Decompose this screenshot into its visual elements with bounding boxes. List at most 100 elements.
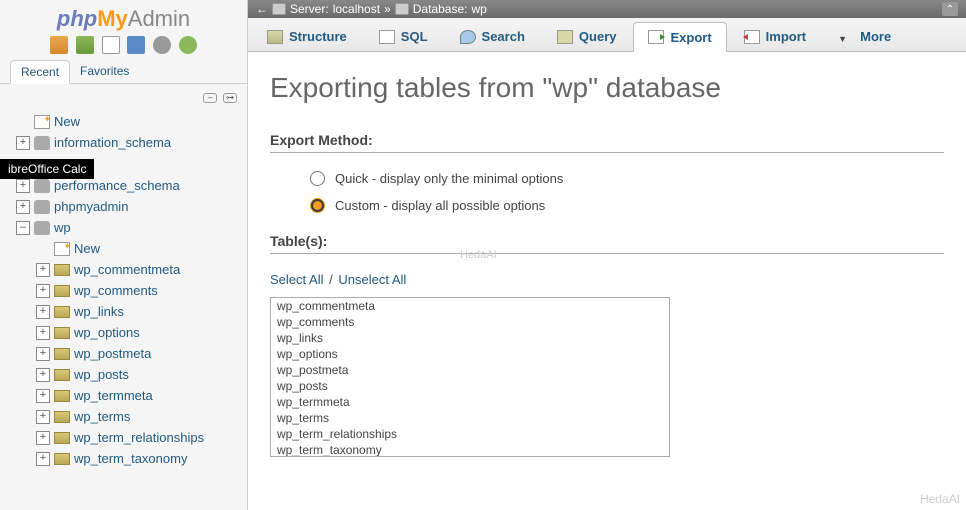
tree-table-wp-links[interactable]: +wp_links xyxy=(6,301,247,322)
expand-icon[interactable]: + xyxy=(16,136,30,150)
table-icon xyxy=(54,264,70,276)
tree-table-wp-commentmeta[interactable]: +wp_commentmeta xyxy=(6,259,247,280)
database-icon xyxy=(34,179,50,193)
table-icon xyxy=(54,453,70,465)
search-icon xyxy=(460,30,476,44)
table-icon xyxy=(54,348,70,360)
tab-sql[interactable]: SQL xyxy=(364,22,443,51)
tab-structure[interactable]: Structure xyxy=(252,22,362,51)
import-icon xyxy=(744,30,760,44)
tree-table-wp-terms[interactable]: +wp_terms xyxy=(6,406,247,427)
export-method-heading: Export Method: xyxy=(270,132,944,153)
tree-table-wp-comments[interactable]: +wp_comments xyxy=(6,280,247,301)
page-title: Exporting tables from "wp" database xyxy=(270,72,944,104)
collapse-icon[interactable]: – xyxy=(16,221,30,235)
breadcrumb-db-label: Database: xyxy=(413,2,468,16)
database-icon xyxy=(395,3,409,15)
expand-icon[interactable]: + xyxy=(16,200,30,214)
logo-php: php xyxy=(57,6,97,31)
tab-search[interactable]: Search xyxy=(445,22,540,51)
radio-quick-label[interactable]: Quick - display only the minimal options xyxy=(335,171,563,186)
tab-export[interactable]: Export xyxy=(633,22,726,52)
link-icon[interactable]: ⊶ xyxy=(223,93,237,103)
tree-db-phpmyadmin[interactable]: +phpmyadmin xyxy=(6,196,247,217)
table-option[interactable]: wp_term_taxonomy xyxy=(271,442,669,457)
table-icon xyxy=(54,285,70,297)
table-option[interactable]: wp_term_relationships xyxy=(271,426,669,442)
tree-table-wp-termmeta[interactable]: +wp_termmeta xyxy=(6,385,247,406)
table-icon xyxy=(54,390,70,402)
content: Exporting tables from "wp" database Expo… xyxy=(248,52,966,510)
tree-wp-new[interactable]: New xyxy=(6,238,247,259)
tree-db-wp[interactable]: –wp xyxy=(6,217,247,238)
expand-icon[interactable]: + xyxy=(36,263,50,277)
breadcrumb-server-link[interactable]: localhost xyxy=(333,2,380,16)
table-icon xyxy=(54,411,70,423)
radio-custom[interactable] xyxy=(310,198,325,213)
tree-db-information-schema[interactable]: +information_schema xyxy=(6,132,247,153)
sql-icon xyxy=(379,30,395,44)
tree-table-wp-term-taxonomy[interactable]: +wp_term_taxonomy xyxy=(6,448,247,469)
docs-icon[interactable] xyxy=(127,36,145,54)
database-icon xyxy=(34,221,50,235)
tree-table-wp-postmeta[interactable]: +wp_postmeta xyxy=(6,343,247,364)
breadcrumb-db-link[interactable]: wp xyxy=(471,2,486,16)
tree-table-wp-term-relationships[interactable]: +wp_term_relationships xyxy=(6,427,247,448)
breadcrumb-toggle-icon[interactable]: ← xyxy=(256,2,268,16)
sql-icon[interactable] xyxy=(102,36,120,54)
select-all-link[interactable]: Select All xyxy=(270,272,323,287)
table-icon xyxy=(54,369,70,381)
expand-icon[interactable]: + xyxy=(36,431,50,445)
sidebar-toolbar xyxy=(0,34,247,60)
expand-icon[interactable]: + xyxy=(36,347,50,361)
database-icon xyxy=(34,200,50,214)
tab-recent[interactable]: Recent xyxy=(10,60,70,84)
expand-icon[interactable]: + xyxy=(36,389,50,403)
home-icon[interactable] xyxy=(50,36,68,54)
settings-icon[interactable] xyxy=(153,36,171,54)
expand-icon[interactable]: + xyxy=(36,410,50,424)
table-option[interactable]: wp_termmeta xyxy=(271,394,669,410)
database-icon xyxy=(34,136,50,150)
table-option[interactable]: wp_options xyxy=(271,346,669,362)
tables-listbox[interactable]: wp_commentmetawp_commentswp_linkswp_opti… xyxy=(270,297,670,457)
tab-query[interactable]: Query xyxy=(542,22,632,51)
logo-my: My xyxy=(97,6,128,31)
expand-icon[interactable]: + xyxy=(36,284,50,298)
sidebar-tabs: Recent Favorites xyxy=(0,60,247,84)
query-icon xyxy=(557,30,573,44)
tree-table-wp-options[interactable]: +wp_options xyxy=(6,322,247,343)
radio-custom-label[interactable]: Custom - display all possible options xyxy=(335,198,545,213)
tab-more[interactable]: More xyxy=(823,22,906,51)
table-option[interactable]: wp_posts xyxy=(271,378,669,394)
unselect-all-link[interactable]: Unselect All xyxy=(338,272,406,287)
expand-icon[interactable]: + xyxy=(36,305,50,319)
expand-icon[interactable]: + xyxy=(36,368,50,382)
expand-icon[interactable]: + xyxy=(16,179,30,193)
logout-icon[interactable] xyxy=(76,36,94,54)
reload-icon[interactable] xyxy=(179,36,197,54)
tree-table-wp-posts[interactable]: +wp_posts xyxy=(6,364,247,385)
radio-quick[interactable] xyxy=(310,171,325,186)
table-option[interactable]: wp_commentmeta xyxy=(271,298,669,314)
table-option[interactable]: wp_links xyxy=(271,330,669,346)
tab-favorites[interactable]: Favorites xyxy=(70,60,139,83)
table-option[interactable]: wp_comments xyxy=(271,314,669,330)
structure-icon xyxy=(267,30,283,44)
table-option[interactable]: wp_postmeta xyxy=(271,362,669,378)
table-option[interactable]: wp_terms xyxy=(271,410,669,426)
main: ← Server: localhost » Database: wp ⌃ Str… xyxy=(248,0,966,510)
tab-import[interactable]: Import xyxy=(729,22,821,51)
collapse-all-icon[interactable]: – xyxy=(203,93,217,103)
watermark: HedaAI xyxy=(920,492,960,506)
sidebar: phpMyAdmin Recent Favorites – ⊶ New +inf… xyxy=(0,0,248,510)
expand-icon[interactable]: + xyxy=(36,452,50,466)
expand-icon[interactable]: + xyxy=(36,326,50,340)
logo[interactable]: phpMyAdmin xyxy=(0,0,247,34)
logo-admin: Admin xyxy=(128,6,190,31)
watermark: HedaAI xyxy=(460,249,497,261)
table-icon xyxy=(54,327,70,339)
breadcrumb-collapse-icon[interactable]: ⌃ xyxy=(942,2,958,16)
breadcrumb-server-label: Server: xyxy=(290,2,329,16)
tree-new[interactable]: New xyxy=(6,111,247,132)
